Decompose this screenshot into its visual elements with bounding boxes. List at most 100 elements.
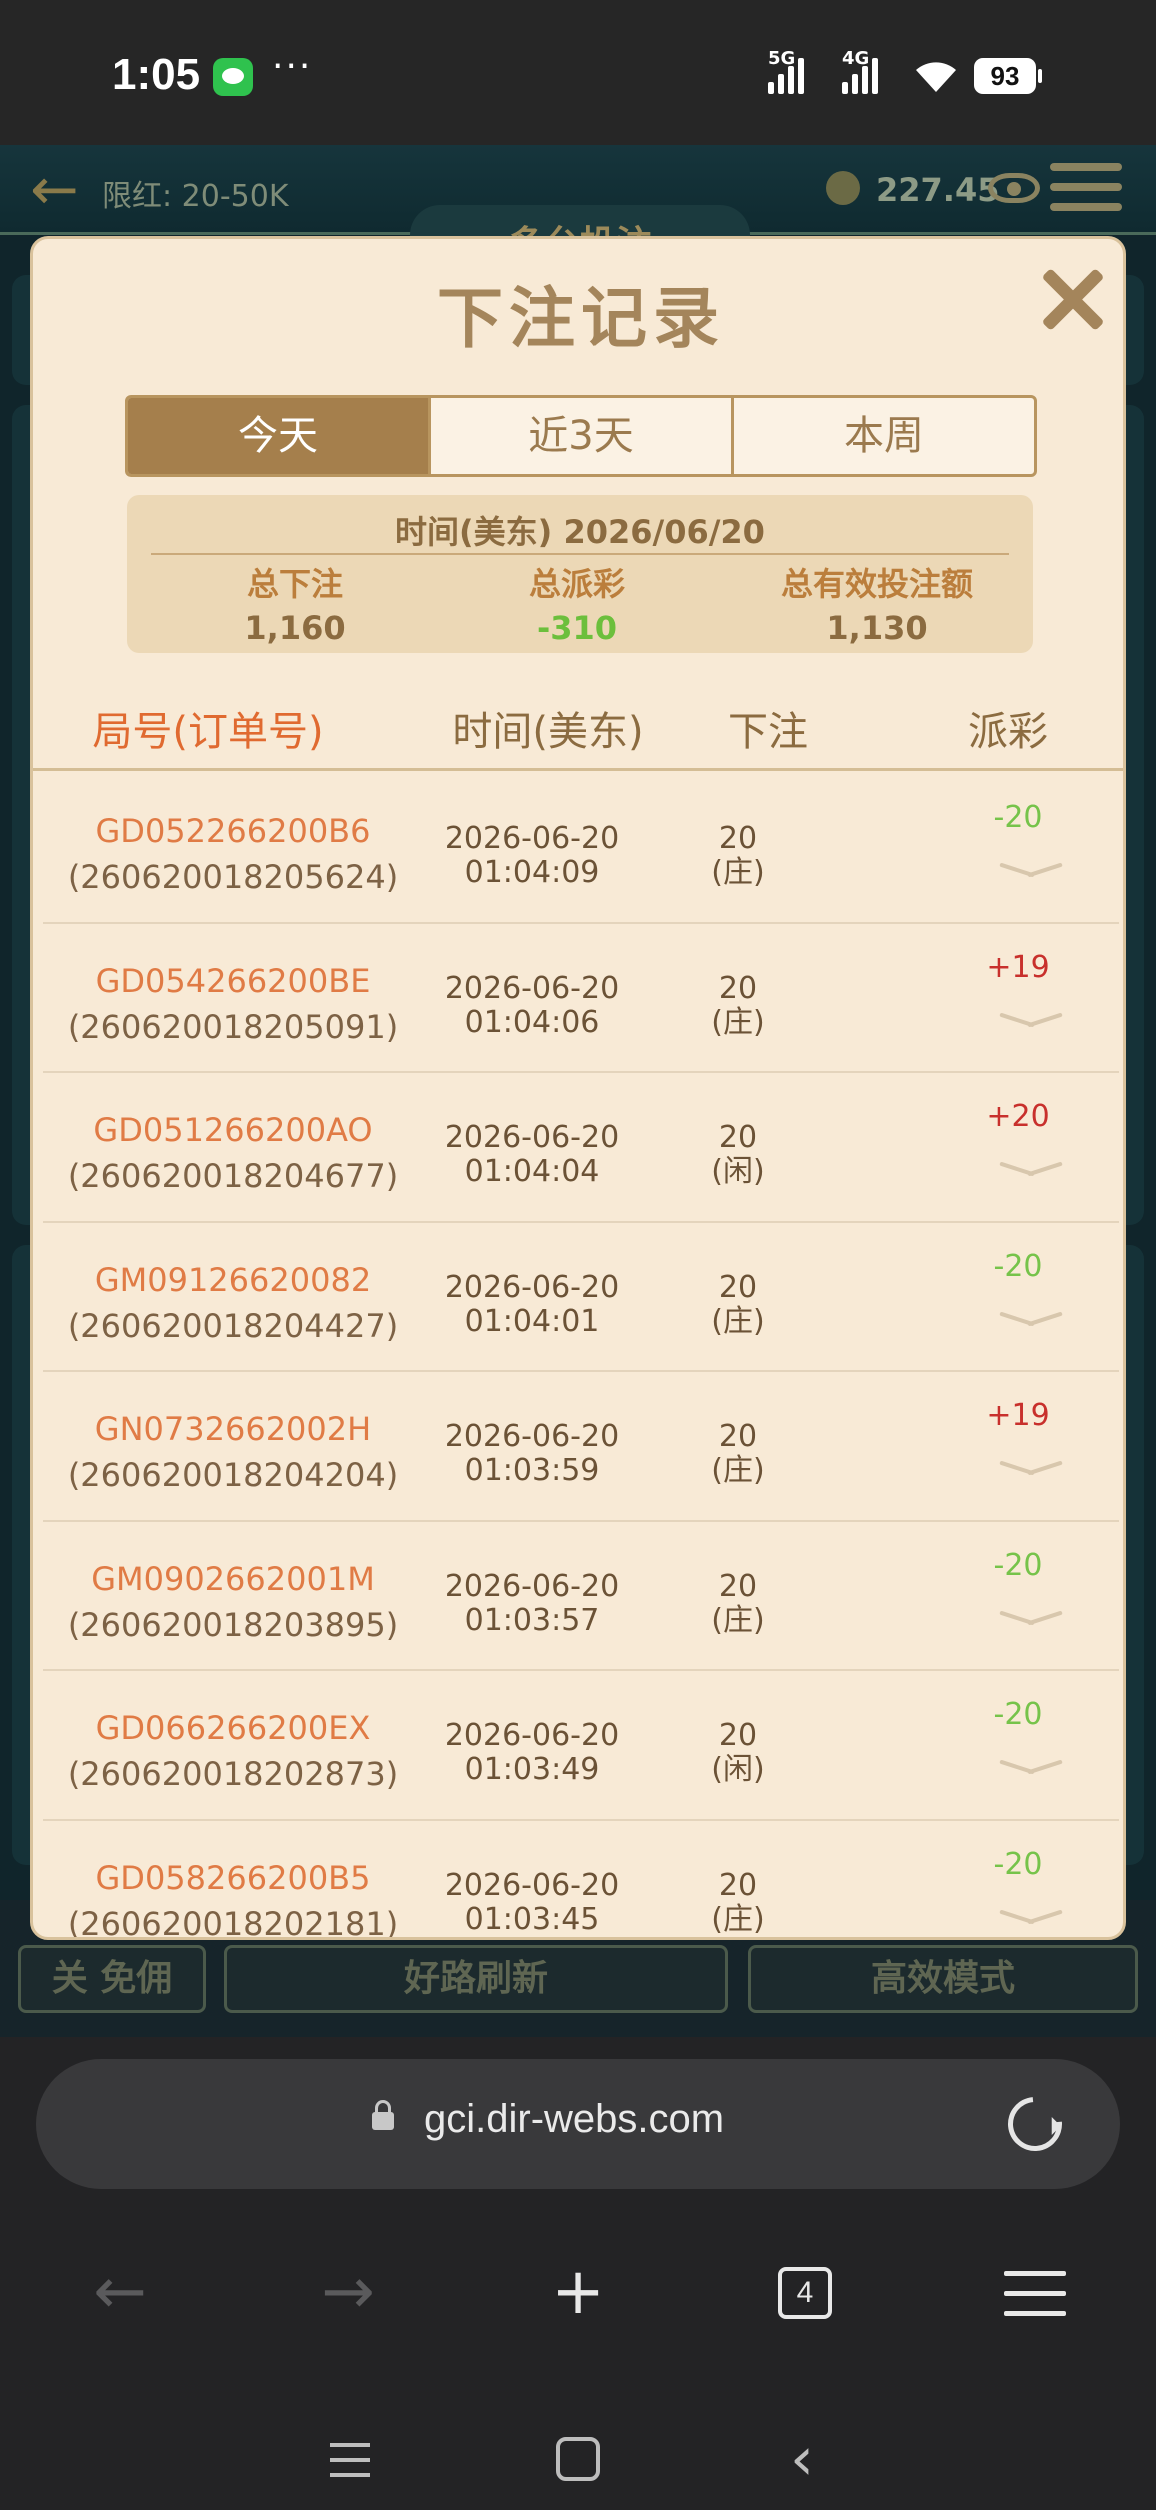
order-number: (260620018202181) [67,1904,399,1940]
bet-time: 01:03:59 [464,1453,600,1488]
coin-icon [826,171,860,205]
game-id: GN0732662002H [94,1410,372,1448]
tabs-icon[interactable]: 4 [778,2267,832,2319]
time-cell: 2026-06-20 01:03:45 [427,1867,637,1937]
table-row[interactable]: GM0902662001M (260620018203895) 2026-06-… [43,1522,1119,1671]
chevron-down-icon[interactable] [999,1010,1063,1032]
bet-amount: 20 [718,1718,758,1753]
bet-time: 01:04:06 [464,1004,600,1040]
order-cell: GD054266200BE (260620018205091) [43,962,423,1046]
time-cell: 2026-06-20 01:04:04 [427,1121,637,1189]
time-cell: 2026-06-20 01:04:01 [427,1269,637,1339]
game-id: GD058266200B5 [95,1858,371,1897]
table-row[interactable]: GD058266200B5 (260620018202181) 2026-06-… [43,1821,1119,1940]
signal-4g-icon: 4G [842,48,878,94]
battery-indicator: 93 [974,58,1042,94]
total-bet-value: 1,160 [244,609,346,647]
bet-date: 2026-06-20 [444,1568,620,1604]
game-id: GD066266200EX [95,1709,371,1747]
table-header: 局号(订单号) 时间(美东) 下注 派彩 [33,685,1123,771]
back-icon[interactable]: ← [70,2247,170,2337]
time-cell: 2026-06-20 01:03:49 [427,1719,637,1787]
more-notifications: ··· [272,46,313,87]
chevron-down-icon[interactable] [999,1608,1063,1630]
column-header-payout: 派彩 [968,709,1048,755]
new-tab-icon[interactable]: + [528,2247,628,2337]
bet-time: 01:04:04 [464,1154,600,1189]
column-header-game-id: 局号(订单号) [92,709,324,755]
chevron-down-icon[interactable] [999,860,1063,882]
total-valid-bet-label: 总有效投注额 [780,565,973,603]
payout-value: -20 [993,800,1043,835]
bet-date: 2026-06-20 [444,1269,620,1305]
system-back-icon[interactable]: ‹ [790,2429,814,2489]
menu-icon[interactable] [1004,2271,1066,2317]
order-number: (260620018205624) [67,858,399,896]
table-row[interactable]: GD054266200BE (260620018205091) 2026-06-… [43,924,1119,1073]
address-bar[interactable]: gci.dir-webs.com [36,2059,1120,2189]
table-row[interactable]: GN0732662002H (260620018204204) 2026-06-… [43,1372,1119,1522]
bet-amount: 20 [718,1568,758,1604]
game-id: GM09126620082 [94,1260,372,1299]
bet-amount: 20 [718,821,758,856]
chevron-down-icon[interactable] [999,1907,1063,1929]
message-app-icon [213,58,253,96]
divider [151,553,1009,555]
total-bet: 总下注 1,160 [165,559,425,647]
bet-amount: 20 [718,1867,758,1903]
total-bet-label: 总下注 [246,565,343,603]
table-row[interactable]: GM09126620082 (260620018204427) 2026-06-… [43,1223,1119,1372]
bet-amount: 20 [718,1419,758,1454]
bet-cell: 20 (庄) [693,1568,783,1638]
bet-record-list: GD052266200B6 (260620018205624) 2026-06-… [43,774,1119,1940]
recent-apps-icon[interactable] [330,2443,370,2479]
status-bar: 1:05 ··· 5G 4G 93 [0,0,1156,145]
forward-icon[interactable]: → [298,2247,398,2337]
chevron-down-icon[interactable] [999,1757,1063,1779]
bet-side: (庄) [711,855,765,890]
browser-chrome: gci.dir-webs.com ← → + 4 ‹ [0,2037,1156,2510]
table-row[interactable]: GD066266200EX (260620018202873) 2026-06-… [43,1671,1119,1821]
bet-date: 2026-06-20 [444,970,620,1006]
bet-cell: 20 (庄) [693,1269,783,1339]
bet-date: 2026-06-20 [444,1419,620,1454]
tab-last-3-days[interactable]: 近3天 [431,398,734,474]
game-menu-icon[interactable] [1050,163,1122,219]
total-payout-value: -310 [536,609,618,647]
close-icon[interactable] [1033,259,1113,339]
tab-today[interactable]: 今天 [128,398,431,474]
summary-date: 时间(美东) 2026/06/20 [395,513,765,551]
table-row[interactable]: GD051266200AO (260620018204677) 2026-06-… [43,1073,1119,1223]
payout-value: +19 [986,1398,1050,1433]
tab-this-week[interactable]: 本周 [734,398,1034,474]
table-row[interactable]: GD052266200B6 (260620018205624) 2026-06-… [43,774,1119,924]
time-cell: 2026-06-20 01:04:09 [427,822,637,890]
bet-side: (庄) [711,1303,765,1339]
status-time: 1:05 [112,50,201,99]
game-id: GM0902662001M [91,1559,375,1598]
bet-date: 2026-06-20 [444,821,620,856]
efficient-mode-button[interactable]: 高效模式 [748,1945,1138,2013]
eye-icon[interactable] [988,173,1040,203]
order-number: (260620018202873) [67,1755,399,1793]
reload-icon[interactable] [996,2085,1074,2163]
bet-cell: 20 (闲) [693,1719,783,1787]
column-header-time: 时间(美东) [452,709,644,755]
game-back-icon[interactable]: ← [30,157,94,221]
chevron-down-icon[interactable] [999,1458,1063,1480]
chevron-down-icon[interactable] [999,1309,1063,1331]
bet-side: (庄) [711,1004,765,1040]
payout-value: +20 [986,1099,1050,1134]
good-road-refresh-button[interactable]: 好路刷新 [224,1945,728,2013]
bet-cell: 20 (庄) [693,1420,783,1488]
order-number: (260620018203895) [67,1605,399,1644]
url-text[interactable]: gci.dir-webs.com [424,2097,724,2142]
modal-title: 下注记录 [437,280,725,357]
home-icon[interactable] [556,2437,600,2481]
bet-date: 2026-06-20 [444,1867,620,1903]
commission-free-toggle[interactable]: 关 免佣 [18,1945,206,2013]
date-range-tabs: 今天 近3天 本周 [125,395,1037,477]
chevron-down-icon[interactable] [999,1159,1063,1181]
bet-amount: 20 [718,970,758,1006]
bet-amount: 20 [718,1269,758,1305]
